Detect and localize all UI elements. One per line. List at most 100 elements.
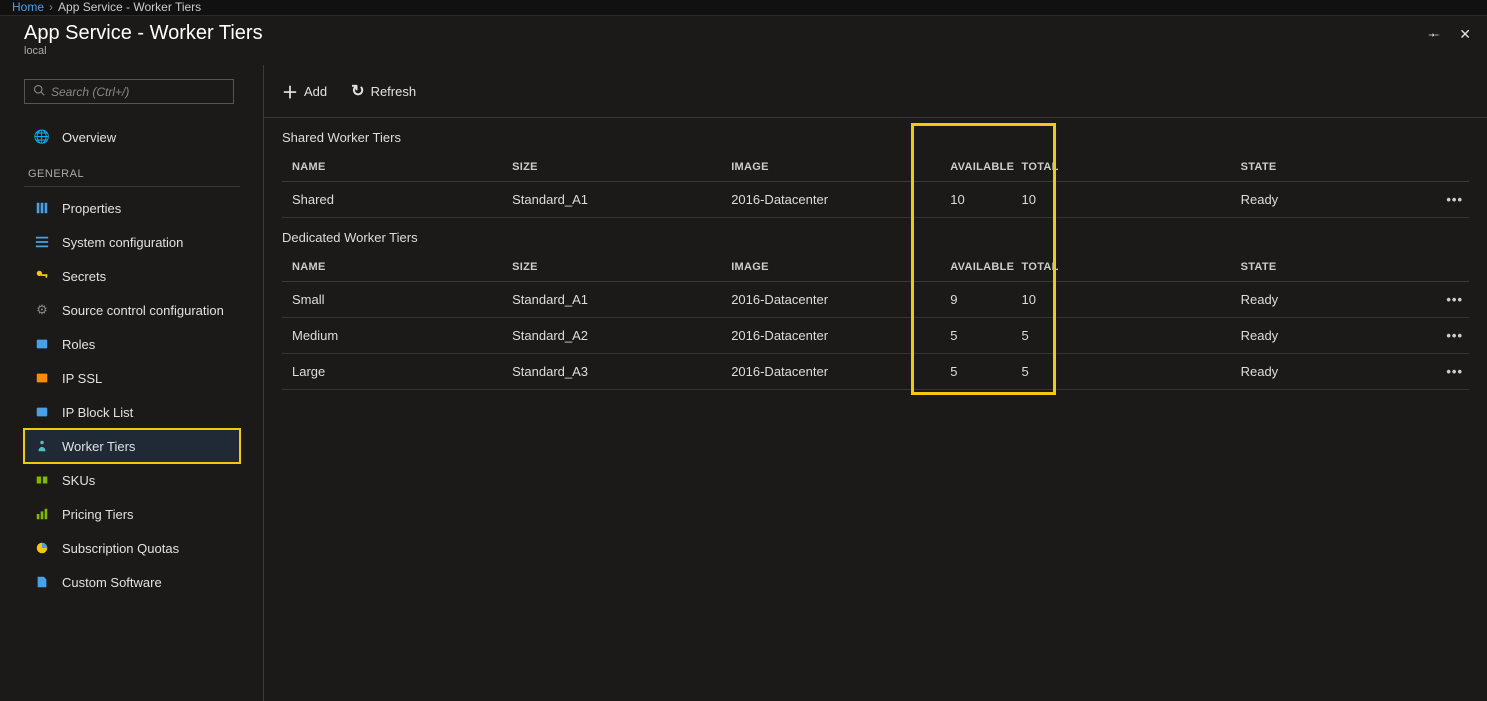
roles-icon — [34, 336, 50, 352]
th-state[interactable]: STATE — [1235, 153, 1429, 182]
row-more-button[interactable]: ••• — [1446, 328, 1463, 343]
cell-size: Standard_A2 — [506, 318, 725, 354]
sidebar-item-label: Properties — [62, 201, 121, 216]
pin-icon[interactable] — [1428, 27, 1441, 43]
search-input[interactable] — [51, 85, 225, 99]
cell-size: Standard_A3 — [506, 354, 725, 390]
sidebar-item-label: Secrets — [62, 269, 106, 284]
search-icon — [33, 84, 45, 99]
breadcrumb-home[interactable]: Home — [12, 0, 44, 14]
refresh-button[interactable]: ↻ Refresh — [351, 81, 416, 101]
cell-name: Small — [282, 282, 506, 318]
sidebar-item-secrets[interactable]: Secrets — [24, 259, 240, 293]
cell-total: 10 — [1016, 282, 1235, 318]
th-image[interactable]: IMAGE — [725, 153, 944, 182]
software-icon — [34, 574, 50, 590]
dedicated-table: NAME SIZE IMAGE AVAILABLE TOTAL STATE Sm… — [282, 253, 1469, 390]
th-total[interactable]: TOTAL — [1016, 153, 1235, 182]
search-box[interactable] — [24, 79, 234, 104]
page-title: App Service - Worker Tiers — [24, 22, 263, 45]
cell-state: Ready — [1235, 354, 1429, 390]
cell-name: Shared — [282, 182, 506, 218]
th-image[interactable]: IMAGE — [725, 253, 944, 282]
shared-table: NAME SIZE IMAGE AVAILABLE TOTAL STATE Sh… — [282, 153, 1469, 218]
table-row[interactable]: Small Standard_A1 2016-Datacenter 9 10 R… — [282, 282, 1469, 318]
cell-image: 2016-Datacenter — [725, 318, 944, 354]
cell-available: 5 — [944, 354, 1015, 390]
sidebar-item-label: System configuration — [62, 235, 183, 250]
cell-state: Ready — [1235, 282, 1429, 318]
sidebar-item-ip-ssl[interactable]: IP SSL — [24, 361, 240, 395]
th-state[interactable]: STATE — [1235, 253, 1429, 282]
content-pane: ＋ Add ↻ Refresh Shared Worker Tiers NAME… — [264, 65, 1487, 701]
shared-section: Shared Worker Tiers NAME SIZE IMAGE AVAI… — [264, 118, 1487, 218]
worker-tiers-icon — [34, 438, 50, 454]
sidebar-item-ip-block-list[interactable]: IP Block List — [24, 395, 240, 429]
shared-title: Shared Worker Tiers — [282, 130, 1469, 145]
dedicated-section: Dedicated Worker Tiers NAME SIZE IMAGE A… — [264, 218, 1487, 390]
skus-icon — [34, 472, 50, 488]
th-name[interactable]: NAME — [282, 153, 506, 182]
refresh-icon: ↻ — [351, 81, 364, 101]
sidebar-item-label: Pricing Tiers — [62, 507, 134, 522]
key-icon — [34, 268, 50, 284]
close-icon[interactable]: ✕ — [1459, 26, 1471, 43]
cell-size: Standard_A1 — [506, 282, 725, 318]
gear-icon: ⚙ — [34, 302, 50, 318]
th-size[interactable]: SIZE — [506, 153, 725, 182]
th-size[interactable]: SIZE — [506, 253, 725, 282]
cell-size: Standard_A1 — [506, 182, 725, 218]
sidebar-item-label: Source control configuration — [62, 303, 224, 318]
sidebar-item-source-control[interactable]: ⚙ Source control configuration — [24, 293, 240, 327]
cell-state: Ready — [1235, 318, 1429, 354]
row-more-button[interactable]: ••• — [1446, 192, 1463, 207]
plus-icon: ＋ — [282, 79, 298, 103]
breadcrumb-current: App Service - Worker Tiers — [58, 0, 201, 14]
breadcrumb: Home › App Service - Worker Tiers — [0, 0, 1487, 16]
cell-available: 10 — [944, 182, 1015, 218]
sidebar-item-worker-tiers[interactable]: Worker Tiers — [24, 429, 240, 463]
add-button[interactable]: ＋ Add — [282, 79, 327, 103]
table-row[interactable]: Shared Standard_A1 2016-Datacenter 10 10… — [282, 182, 1469, 218]
sidebar-item-label: Subscription Quotas — [62, 541, 179, 556]
sidebar-item-roles[interactable]: Roles — [24, 327, 240, 361]
sidebar-item-system-configuration[interactable]: System configuration — [24, 225, 240, 259]
table-row[interactable]: Large Standard_A3 2016-Datacenter 5 5 Re… — [282, 354, 1469, 390]
sidebar-item-label: SKUs — [62, 473, 95, 488]
chevron-right-icon: › — [49, 0, 53, 14]
quota-icon — [34, 540, 50, 556]
block-list-icon — [34, 404, 50, 420]
sidebar-item-overview[interactable]: 🌐 Overview — [24, 120, 240, 154]
globe-icon: 🌐 — [34, 129, 50, 145]
sidebar-item-label: IP Block List — [62, 405, 133, 420]
sidebar-item-pricing-tiers[interactable]: Pricing Tiers — [24, 497, 240, 531]
sidebar-item-properties[interactable]: Properties — [24, 191, 240, 225]
sidebar-section-general: GENERAL — [24, 154, 240, 187]
th-available[interactable]: AVAILABLE — [944, 253, 1015, 282]
cell-total: 5 — [1016, 318, 1235, 354]
sidebar-item-skus[interactable]: SKUs — [24, 463, 240, 497]
sidebar-item-subscription-quotas[interactable]: Subscription Quotas — [24, 531, 240, 565]
toolbar: ＋ Add ↻ Refresh — [264, 65, 1487, 118]
sidebar-item-label: Custom Software — [62, 575, 162, 590]
th-total[interactable]: TOTAL — [1016, 253, 1235, 282]
add-label: Add — [304, 84, 327, 99]
sidebar-item-custom-software[interactable]: Custom Software — [24, 565, 240, 599]
sidebar-item-label: IP SSL — [62, 371, 102, 386]
refresh-label: Refresh — [371, 84, 417, 99]
row-more-button[interactable]: ••• — [1446, 292, 1463, 307]
cell-available: 5 — [944, 318, 1015, 354]
th-available[interactable]: AVAILABLE — [944, 153, 1015, 182]
cell-image: 2016-Datacenter — [725, 182, 944, 218]
properties-icon — [34, 200, 50, 216]
sidebar-item-label: Worker Tiers — [62, 439, 135, 454]
row-more-button[interactable]: ••• — [1446, 364, 1463, 379]
cell-available: 9 — [944, 282, 1015, 318]
dedicated-title: Dedicated Worker Tiers — [282, 230, 1469, 245]
sidebar: 🌐 Overview GENERAL Properties System con… — [0, 65, 264, 701]
sidebar-item-label: Roles — [62, 337, 95, 352]
cell-total: 10 — [1016, 182, 1235, 218]
cell-total: 5 — [1016, 354, 1235, 390]
th-name[interactable]: NAME — [282, 253, 506, 282]
table-row[interactable]: Medium Standard_A2 2016-Datacenter 5 5 R… — [282, 318, 1469, 354]
